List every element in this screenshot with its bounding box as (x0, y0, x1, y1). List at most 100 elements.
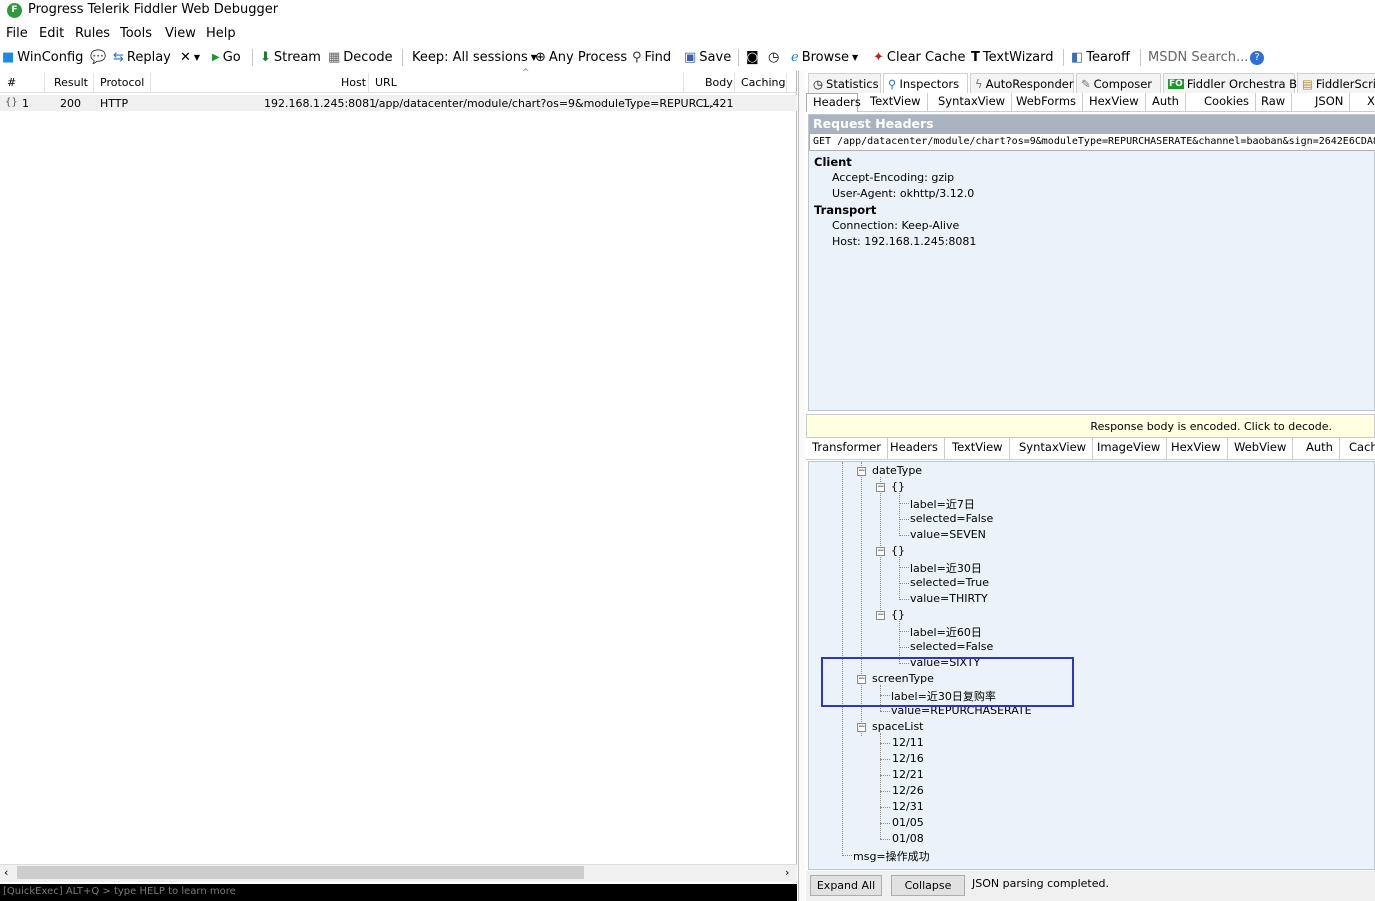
quickexec-input[interactable]: [QuickExec] ALT+Q > type HELP to learn m… (0, 884, 797, 901)
menu-help[interactable]: Help (206, 26, 236, 41)
json-node-object[interactable]: {} (891, 608, 905, 621)
header-connection[interactable]: Connection: Keep-Alive (832, 219, 959, 232)
json-node-object[interactable]: {} (891, 544, 905, 557)
json-leaf[interactable]: value=THIRTY (910, 592, 988, 605)
request-line[interactable]: GET /app/datacenter/module/chart?os=9&mo… (809, 133, 1375, 151)
tab-composer[interactable]: ✎ Composer (1076, 73, 1161, 93)
resp-tab-auth[interactable]: Auth (1300, 438, 1340, 459)
tab-fiddlerscript[interactable]: ▤ FiddlerScri (1297, 73, 1375, 93)
tab-autoresponder[interactable]: ϟ AutoResponder (970, 73, 1074, 93)
resp-tab-caching[interactable]: Cach (1343, 438, 1375, 459)
req-tab-raw[interactable]: Raw (1255, 93, 1293, 112)
replay-button[interactable]: ⇆ Replay (113, 48, 171, 67)
header-group-transport[interactable]: Transport (814, 203, 876, 217)
help-button[interactable]: ? (1250, 48, 1264, 67)
resp-tab-transformer[interactable]: Transformer (806, 438, 889, 459)
req-tab-xml[interactable]: XI (1361, 93, 1375, 112)
req-tab-webforms[interactable]: WebForms (1010, 93, 1084, 112)
clear-cache-button[interactable]: ✦ Clear Cache (873, 48, 965, 67)
req-tab-syntaxview[interactable]: SyntaxView (932, 93, 1013, 112)
menu-tools[interactable]: Tools (120, 26, 152, 41)
req-tab-auth[interactable]: Auth (1146, 93, 1186, 112)
column-body[interactable]: Body (705, 76, 733, 89)
json-node-object[interactable]: {} (891, 480, 905, 493)
menu-file[interactable]: File (6, 26, 28, 41)
collapse-toggle-icon[interactable]: − (876, 483, 885, 492)
json-leaf[interactable]: selected=False (910, 640, 993, 653)
json-leaf[interactable]: 01/05 (892, 816, 924, 829)
json-leaf[interactable]: value=SEVEN (910, 528, 986, 541)
tearoff-button[interactable]: ◧ Tearoff (1071, 48, 1130, 67)
timer-button[interactable]: ◷ (768, 48, 779, 67)
json-leaf[interactable]: 12/26 (892, 784, 924, 797)
json-leaf[interactable]: 12/21 (892, 768, 924, 781)
req-tab-json[interactable]: JSON (1309, 93, 1351, 112)
json-leaf-msg[interactable]: msg=操作成功 (853, 848, 930, 864)
json-node-datetype[interactable]: dateType (872, 464, 922, 477)
keep-sessions-dropdown[interactable]: Keep: All sessions ▼ (412, 48, 537, 67)
req-tab-textview[interactable]: TextView (864, 93, 928, 112)
json-leaf[interactable]: selected=True (910, 576, 989, 589)
json-leaf[interactable]: label=近30日 (910, 560, 982, 576)
scrollbar-thumb[interactable] (17, 866, 584, 879)
column-divider (786, 73, 787, 92)
panel-splitter[interactable] (798, 71, 805, 901)
session-row[interactable]: {} 1 200 HTTP 192.168.1.245:8081 /app/da… (0, 95, 797, 111)
resp-tab-imageview[interactable]: ImageView (1091, 438, 1168, 459)
req-tab-headers[interactable]: Headers (806, 93, 861, 112)
column-url[interactable]: URL (375, 76, 397, 89)
json-leaf[interactable]: selected=False (910, 512, 993, 525)
stream-button[interactable]: ⬇ Stream (260, 48, 321, 67)
browse-button[interactable]: ℯ Browse ▼ (791, 48, 858, 67)
column-number[interactable]: # (7, 76, 16, 89)
resp-tab-headers[interactable]: Headers (884, 438, 945, 459)
collapse-toggle-icon[interactable]: − (857, 467, 866, 476)
json-leaf[interactable]: 01/08 (892, 832, 924, 845)
expand-all-button[interactable]: Expand All (810, 875, 882, 896)
json-leaf[interactable]: label=近60日 (910, 624, 982, 640)
header-accept-encoding[interactable]: Accept-Encoding: gzip (832, 171, 954, 184)
collapse-button[interactable]: Collapse (891, 875, 965, 896)
column-result[interactable]: Result (54, 76, 88, 89)
tab-fiddler-orchestra[interactable]: FO Fiddler Orchestra Beta (1163, 73, 1316, 93)
save-button[interactable]: ▣ Save (684, 48, 731, 67)
json-leaf[interactable]: 12/16 (892, 752, 924, 765)
header-user-agent[interactable]: User-Agent: okhttp/3.12.0 (832, 187, 974, 200)
comment-button[interactable]: 💬 (90, 48, 106, 67)
header-host[interactable]: Host: 192.168.1.245:8081 (832, 235, 976, 248)
msdn-search-box[interactable]: MSDN Search... (1148, 48, 1248, 67)
go-button[interactable]: ▶ Go (212, 48, 241, 67)
column-host[interactable]: Host (341, 76, 366, 89)
resp-tab-syntaxview[interactable]: SyntaxView (1013, 438, 1094, 459)
menu-view[interactable]: View (165, 26, 196, 41)
collapse-toggle-icon[interactable]: − (857, 723, 866, 732)
winconfig-button[interactable]: ■ WinConfig (2, 48, 83, 67)
tab-inspectors[interactable]: ⚲ Inspectors (883, 73, 968, 93)
collapse-toggle-icon[interactable]: − (876, 547, 885, 556)
json-leaf[interactable]: label=近7日 (910, 496, 975, 512)
collapse-toggle-icon[interactable]: − (876, 611, 885, 620)
req-tab-cookies[interactable]: Cookies (1198, 93, 1257, 112)
find-button[interactable]: ⚲ Find (632, 48, 671, 67)
scroll-right-icon[interactable]: › (785, 866, 789, 879)
resp-tab-textview[interactable]: TextView (946, 438, 1010, 459)
textwizard-button[interactable]: T TextWizard (971, 48, 1054, 67)
screenshot-button[interactable]: ◙ (746, 48, 759, 67)
tab-statistics[interactable]: ◷ Statistics (808, 73, 881, 93)
any-process-button[interactable]: ⊕ Any Process (535, 48, 627, 67)
header-group-client[interactable]: Client (814, 155, 852, 169)
scroll-left-icon[interactable]: ‹ (4, 866, 8, 879)
resp-tab-hexview[interactable]: HexView (1165, 438, 1228, 459)
json-leaf[interactable]: 12/11 (892, 736, 924, 749)
req-tab-hexview[interactable]: HexView (1083, 93, 1146, 112)
menu-rules[interactable]: Rules (75, 26, 110, 41)
column-protocol[interactable]: Protocol (100, 76, 144, 89)
decode-button[interactable]: ▦ Decode (328, 48, 393, 67)
column-caching[interactable]: Caching (741, 76, 785, 89)
resp-tab-webview[interactable]: WebView (1228, 438, 1294, 459)
json-leaf[interactable]: 12/31 (892, 800, 924, 813)
json-node-spacelist[interactable]: spaceList (872, 720, 924, 733)
encoded-body-notice[interactable]: Response body is encoded. Click to decod… (806, 414, 1375, 438)
remove-dropdown-button[interactable]: ✕ ▼ (180, 48, 200, 67)
menu-edit[interactable]: Edit (39, 26, 64, 41)
